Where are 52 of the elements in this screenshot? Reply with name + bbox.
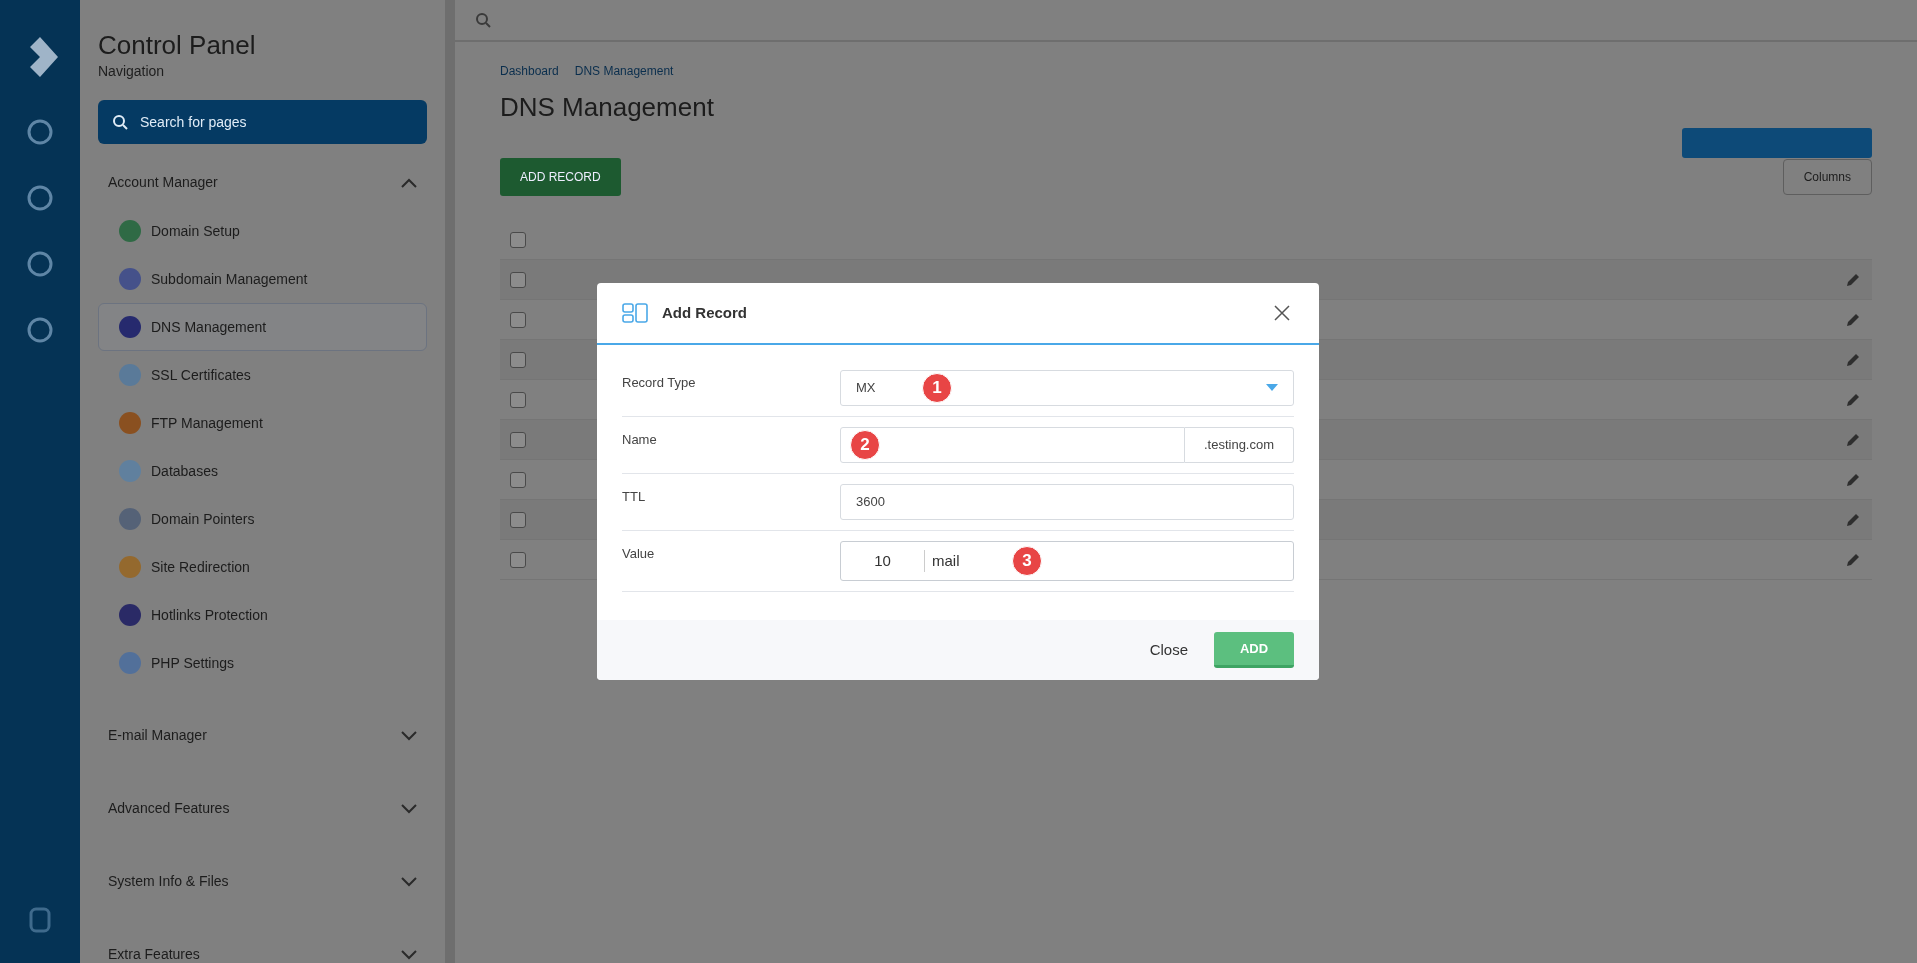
sidebar-subtitle: Navigation: [98, 62, 166, 82]
dialog-title: Add Record: [662, 302, 748, 323]
sidebar-item[interactable]: Subdomain Management: [98, 255, 427, 304]
section-header[interactable]: E-mail Manager: [108, 725, 207, 747]
sidebar-item[interactable]: PHP Settings: [98, 639, 427, 688]
add-record-button[interactable]: ADD RECORD: [500, 158, 621, 196]
menu-circle-icon[interactable]: [27, 251, 53, 277]
ttl-input-field[interactable]: 3600: [840, 484, 1294, 520]
sidebar-item[interactable]: Databases: [98, 447, 427, 496]
field-label: Value: [622, 545, 656, 563]
menu-circle-icon[interactable]: [27, 119, 53, 145]
sidebar-item[interactable]: DNS Management: [98, 303, 427, 352]
sidebar-item[interactable]: FTP Management: [98, 399, 427, 448]
section-header[interactable]: Advanced Features: [108, 798, 230, 820]
sidebar-item[interactable]: Hotlinks Protection: [98, 591, 427, 640]
breadcrumb-item[interactable]: Dashboard: [500, 62, 559, 80]
sidebar-item[interactable]: SSL Certificates: [98, 351, 427, 400]
name-input-field[interactable]: [840, 427, 1185, 463]
domain-suffix: .testing.com: [1185, 427, 1294, 463]
row-checkbox[interactable]: [510, 271, 526, 288]
add-button[interactable]: ADD: [1214, 632, 1294, 668]
close-text-button[interactable]: Close: [1143, 637, 1194, 663]
row-checkbox[interactable]: [510, 551, 526, 568]
section-header[interactable]: Account Manager: [108, 172, 218, 194]
sidebar-item[interactable]: Domain Setup: [98, 207, 427, 256]
breadcrumb-item[interactable]: DNS Management: [574, 62, 674, 80]
columns-button[interactable]: Columns: [1782, 159, 1872, 195]
row-checkbox[interactable]: [510, 311, 526, 328]
search-icon: [112, 114, 128, 131]
section-header[interactable]: System Info & Files: [108, 871, 229, 893]
row-checkbox[interactable]: [510, 231, 526, 248]
layout-icon: [622, 303, 648, 323]
caret-down-icon: [1266, 384, 1278, 392]
row-checkbox[interactable]: [510, 391, 526, 408]
row-checkbox[interactable]: [510, 351, 526, 368]
step-marker: 3: [1012, 546, 1042, 576]
field-label: Record Type: [622, 374, 697, 392]
menu-circle-icon[interactable]: [27, 185, 53, 211]
row-checkbox[interactable]: [510, 471, 526, 488]
section-header[interactable]: Extra Features: [108, 944, 200, 963]
row-checkbox[interactable]: [510, 431, 526, 448]
search-placeholder: Search for pages: [140, 112, 247, 132]
sidebar-item[interactable]: Site Redirection: [98, 543, 427, 592]
field-label: Name: [622, 431, 658, 449]
page-search-field[interactable]: Search for pages: [98, 100, 427, 145]
field-label: TTL: [622, 488, 647, 506]
menu-circle-icon[interactable]: [27, 317, 53, 343]
sidebar-item[interactable]: Domain Pointers: [98, 495, 427, 544]
search-icon: [475, 12, 491, 28]
sidebar-title: Control Panel: [98, 30, 257, 62]
row-checkbox[interactable]: [510, 511, 526, 528]
page-title: DNS Management: [500, 91, 714, 124]
